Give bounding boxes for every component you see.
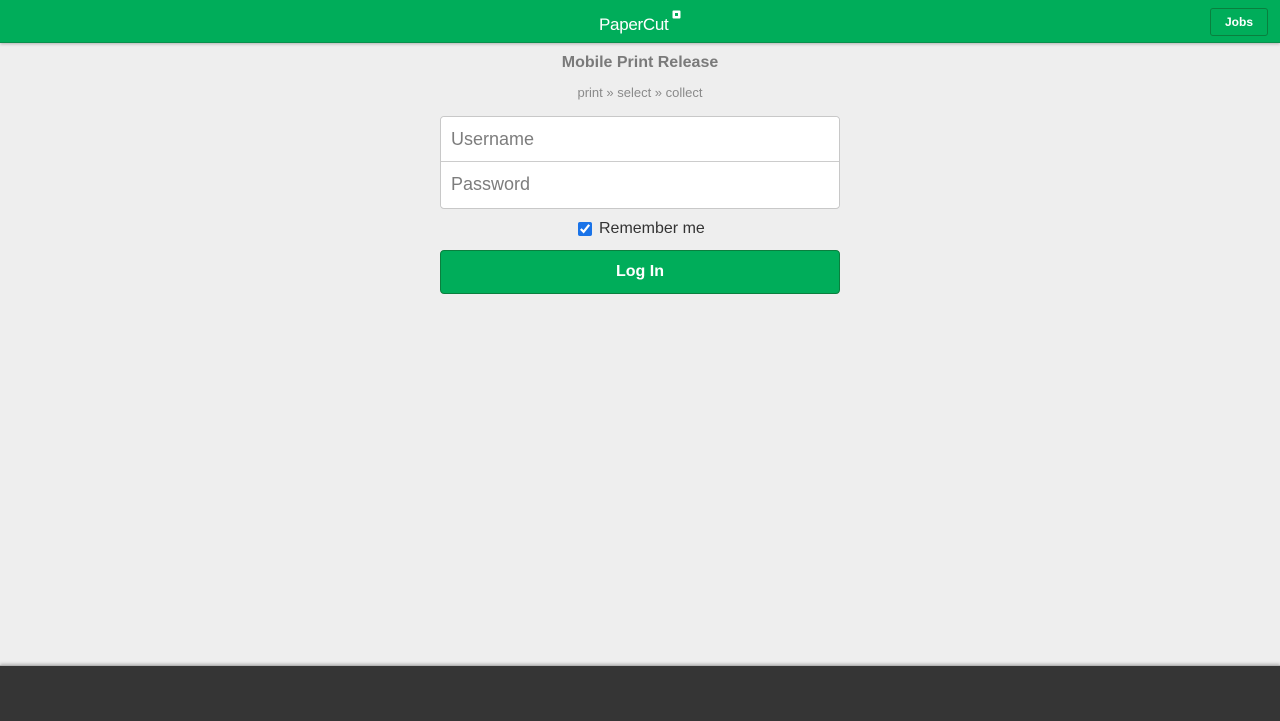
password-input[interactable]	[441, 162, 839, 207]
remember-me-row: Remember me	[578, 219, 705, 239]
papercut-logo-mark-icon	[672, 10, 681, 19]
page-subtitle: print » select » collect	[577, 85, 703, 100]
login-button[interactable]: Log In	[440, 250, 840, 294]
login-fields	[440, 116, 840, 209]
remember-me-checkbox[interactable]	[578, 222, 592, 236]
remember-me-label[interactable]: Remember me	[599, 219, 705, 239]
top-header: PaperCut Jobs	[0, 0, 1280, 43]
logo-text: PaperCut	[599, 15, 669, 34]
username-input[interactable]	[441, 117, 839, 162]
jobs-button[interactable]: Jobs	[1210, 8, 1268, 36]
page-title: Mobile Print Release	[561, 54, 719, 71]
papercut-logo: PaperCut	[599, 10, 685, 36]
footer-bar	[0, 665, 1280, 721]
